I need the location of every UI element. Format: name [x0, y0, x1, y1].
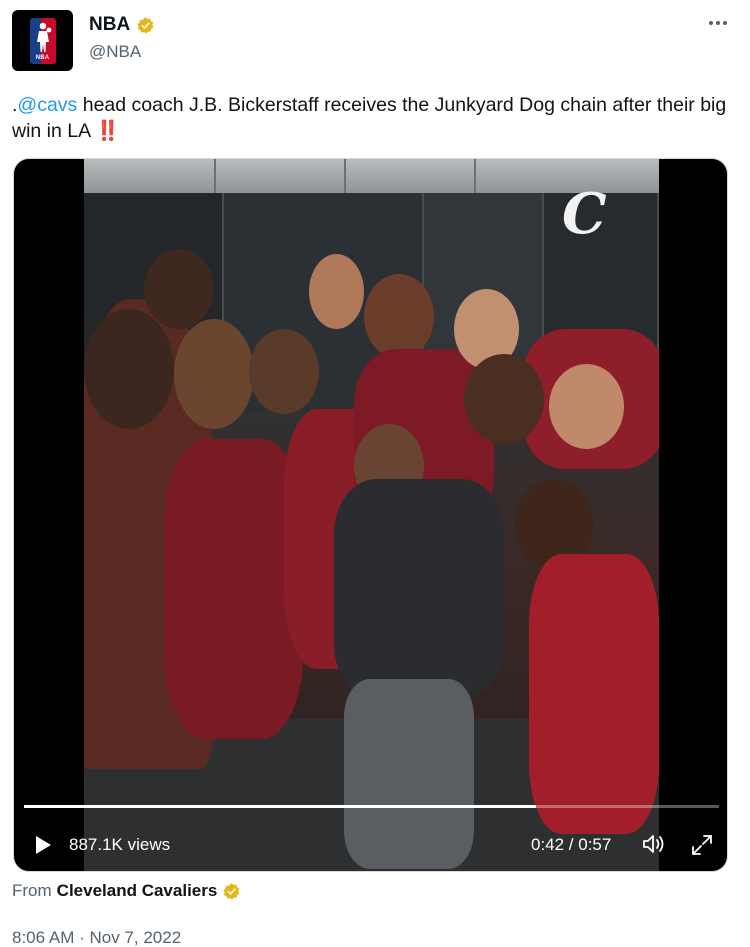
- tweet-timestamp[interactable]: 8:06 AM · Nov 7, 2022: [12, 928, 181, 947]
- fullscreen-icon[interactable]: [690, 833, 714, 857]
- source-account-link[interactable]: Cleveland Cavaliers: [57, 881, 218, 901]
- view-count: 887.1K views: [69, 835, 171, 854]
- play-icon[interactable]: [34, 835, 52, 855]
- cavs-watermark-logo: C: [562, 181, 607, 247]
- nba-logo-text: NBA: [35, 54, 50, 61]
- avatar[interactable]: NBA: [12, 10, 73, 71]
- video-time: 0:42 / 0:57: [531, 835, 612, 854]
- mention-link[interactable]: @cavs: [17, 94, 77, 116]
- author-handle[interactable]: @NBA: [89, 42, 141, 62]
- video-controls: 887.1K views 0:42 / 0:57: [14, 827, 727, 861]
- from-label: From: [12, 881, 52, 900]
- double-exclamation-emoji: ‼️: [95, 120, 120, 142]
- tweet-text: .@cavs head coach J.B. Bickerstaff recei…: [12, 92, 738, 144]
- video-source: From Cleveland Cavaliers: [12, 881, 241, 901]
- video-progress-fill: [24, 805, 537, 808]
- more-options-icon[interactable]: [706, 16, 730, 30]
- nba-logo-icon: NBA: [29, 17, 56, 64]
- author-name-row: NBA: [89, 14, 155, 36]
- author-name[interactable]: NBA: [89, 14, 130, 36]
- video-player[interactable]: C 887.1K views 0:42 / 0:57: [13, 158, 728, 872]
- video-progress-bar[interactable]: [24, 805, 719, 808]
- verified-badge-icon: [137, 16, 154, 33]
- verified-badge-icon: [223, 882, 240, 899]
- volume-icon[interactable]: [641, 833, 667, 855]
- video-frame: C: [84, 159, 659, 871]
